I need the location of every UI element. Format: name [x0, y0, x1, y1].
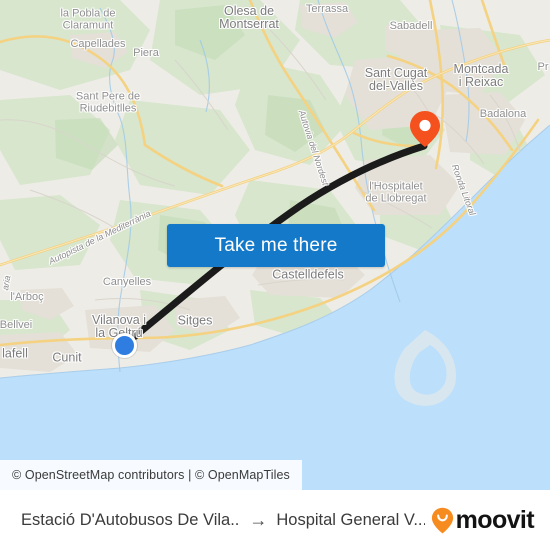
moovit-pin-icon [431, 507, 453, 533]
map-canvas[interactable]: la Pobla de Claramunt Olesa de Montserrat… [0, 0, 550, 490]
route-destination-label: Hospital General V... [276, 510, 425, 529]
take-me-there-button[interactable]: Take me there [167, 224, 385, 267]
take-me-there-label: Take me there [214, 234, 338, 256]
destination-pin[interactable] [407, 110, 443, 148]
attribution-text: © OpenStreetMap contributors | © OpenMap… [12, 468, 290, 482]
route-summary: Estació D'Autobusos De Vila... → Hospita… [21, 511, 425, 530]
origin-dot[interactable] [112, 333, 137, 358]
arrow-right-icon: → [249, 510, 268, 530]
map-attribution[interactable]: © OpenStreetMap contributors | © OpenMap… [0, 460, 302, 490]
route-origin-label: Estació D'Autobusos De Vila... [21, 510, 241, 529]
moovit-wordmark: moovit [455, 505, 535, 534]
moovit-logo[interactable]: moovit [431, 505, 535, 534]
bottom-bar: Estació D'Autobusos De Vila... → Hospita… [0, 490, 550, 550]
moovit-route-widget: la Pobla de Claramunt Olesa de Montserrat… [0, 0, 550, 550]
